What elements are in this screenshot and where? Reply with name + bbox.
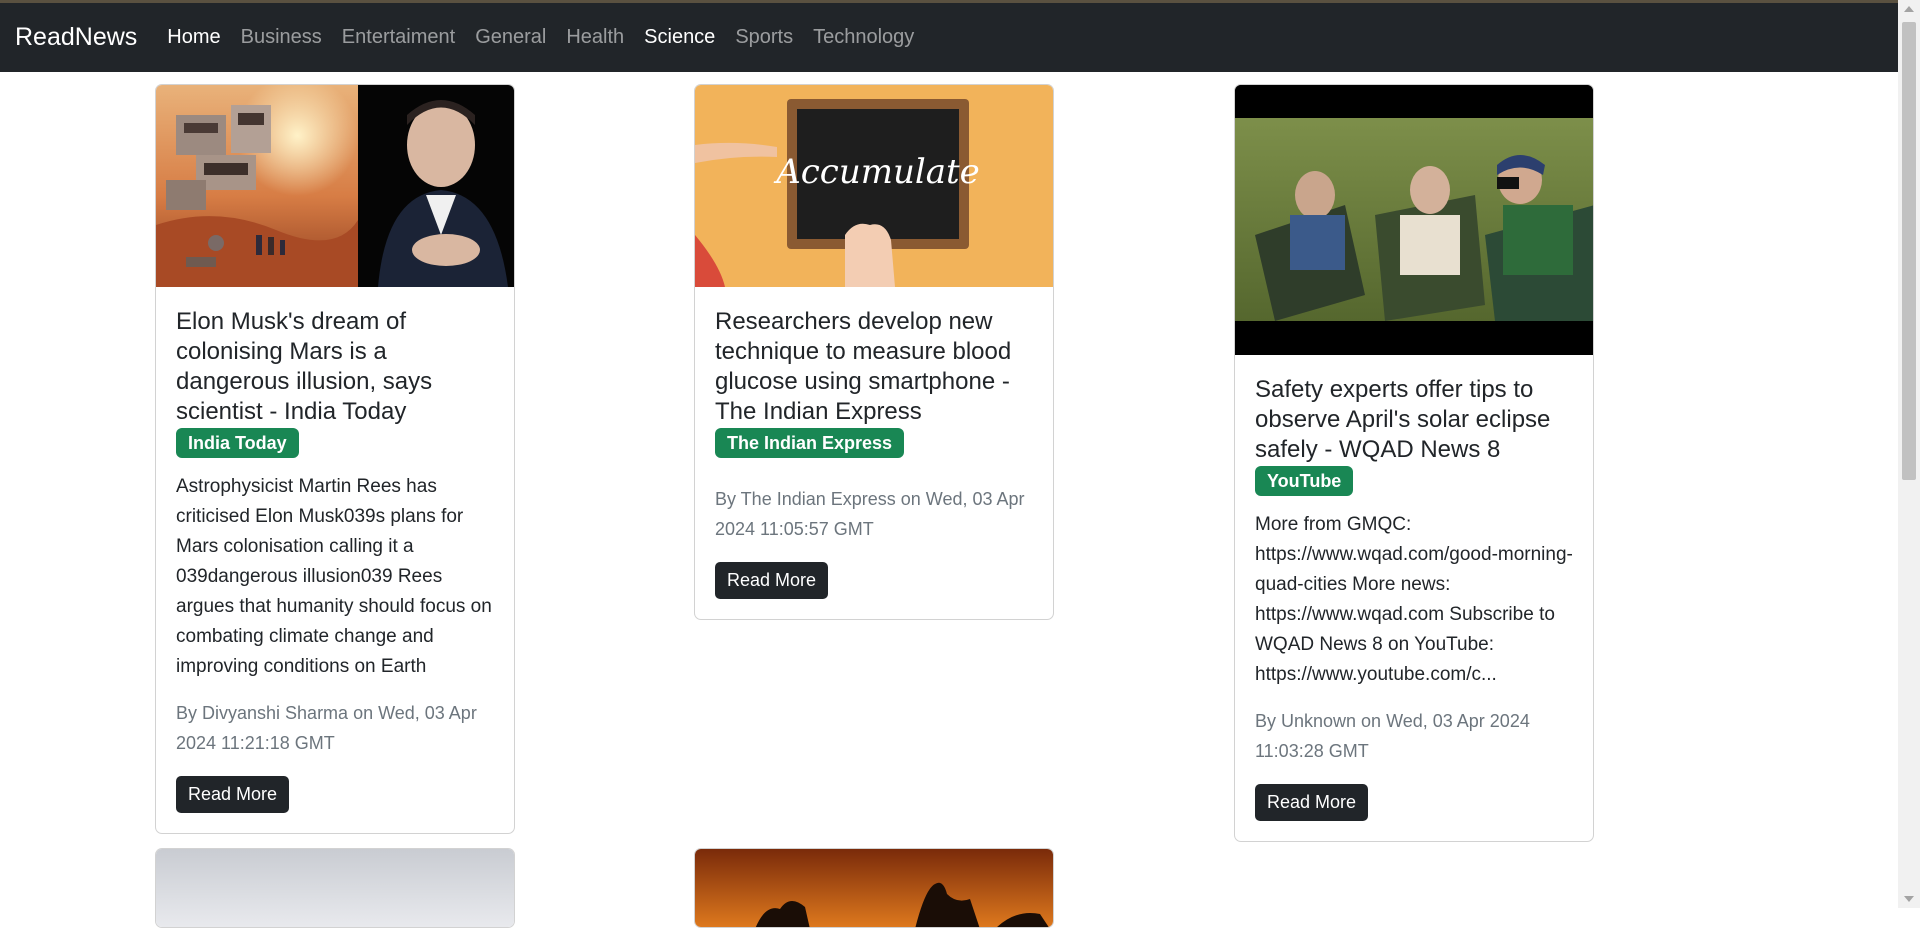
nav-link-home[interactable]: Home	[167, 26, 220, 49]
news-card-meta: By The Indian Express on Wed, 03 Apr 202…	[715, 488, 1025, 539]
read-more-button[interactable]: Read More	[176, 775, 290, 813]
news-card-image: Accumulate	[695, 85, 1053, 287]
nav-link-health[interactable]: Health	[566, 26, 624, 49]
news-card: Accumulate Researchers develop new techn…	[694, 84, 1054, 620]
nav-link-general[interactable]: General	[475, 26, 546, 49]
news-card-title: Safety experts offer tips to observe Apr…	[1255, 375, 1573, 496]
news-card	[694, 848, 1054, 928]
scroll-down-icon[interactable]	[1904, 896, 1914, 902]
top-navbar: ReadNews Home Business Entertaiment Gene…	[0, 0, 1898, 72]
news-card-body: Elon Musk's dream of colonising Mars is …	[156, 287, 514, 833]
news-card-title-text: Elon Musk's dream of colonising Mars is …	[176, 308, 433, 425]
nav-link-science[interactable]: Science	[644, 26, 715, 49]
scrollbar-thumb[interactable]	[1902, 22, 1916, 480]
nav-link-technology[interactable]: Technology	[813, 26, 914, 49]
news-card: Elon Musk's dream of colonising Mars is …	[155, 84, 515, 834]
page-scrollbar[interactable]	[1898, 0, 1920, 908]
source-badge: India Today	[176, 427, 299, 458]
news-card-image	[156, 85, 514, 287]
source-badge: YouTube	[1255, 465, 1354, 496]
news-card-title: Elon Musk's dream of colonising Mars is …	[176, 307, 494, 458]
scroll-up-icon[interactable]	[1904, 6, 1914, 12]
source-badge: The Indian Express	[715, 427, 905, 458]
news-card-body: Researchers develop new technique to mea…	[695, 287, 1053, 619]
news-card-title-text: Researchers develop new technique to mea…	[715, 308, 1012, 425]
news-card-image	[1235, 85, 1593, 355]
news-card-image	[156, 849, 514, 927]
news-card-title: Researchers develop new technique to mea…	[715, 307, 1033, 458]
news-card-meta: By Divyanshi Sharma on Wed, 03 Apr 2024 …	[176, 702, 477, 753]
brand-logo[interactable]: ReadNews	[15, 23, 137, 52]
nav-link-entertainment[interactable]: Entertaiment	[342, 26, 455, 49]
read-more-button[interactable]: Read More	[715, 561, 829, 599]
nav-link-business[interactable]: Business	[241, 26, 322, 49]
news-card-title-text: Safety experts offer tips to observe Apr…	[1255, 376, 1551, 463]
news-card	[155, 848, 515, 928]
news-card-meta: By Unknown on Wed, 03 Apr 2024 11:03:28 …	[1255, 710, 1530, 761]
news-card: Safety experts offer tips to observe Apr…	[1234, 84, 1594, 842]
read-more-button[interactable]: Read More	[1255, 783, 1369, 821]
chalkboard-text: Accumulate	[773, 152, 980, 192]
nav-links: Home Business Entertaiment General Healt…	[167, 26, 934, 49]
news-card-description: More from GMQC: https://www.wqad.com/goo…	[1255, 513, 1573, 685]
news-card-description: Astrophysicist Martin Rees has criticise…	[176, 475, 492, 677]
news-card-image	[695, 849, 1053, 927]
news-card-body: Safety experts offer tips to observe Apr…	[1235, 355, 1593, 841]
nav-link-sports[interactable]: Sports	[735, 26, 793, 49]
